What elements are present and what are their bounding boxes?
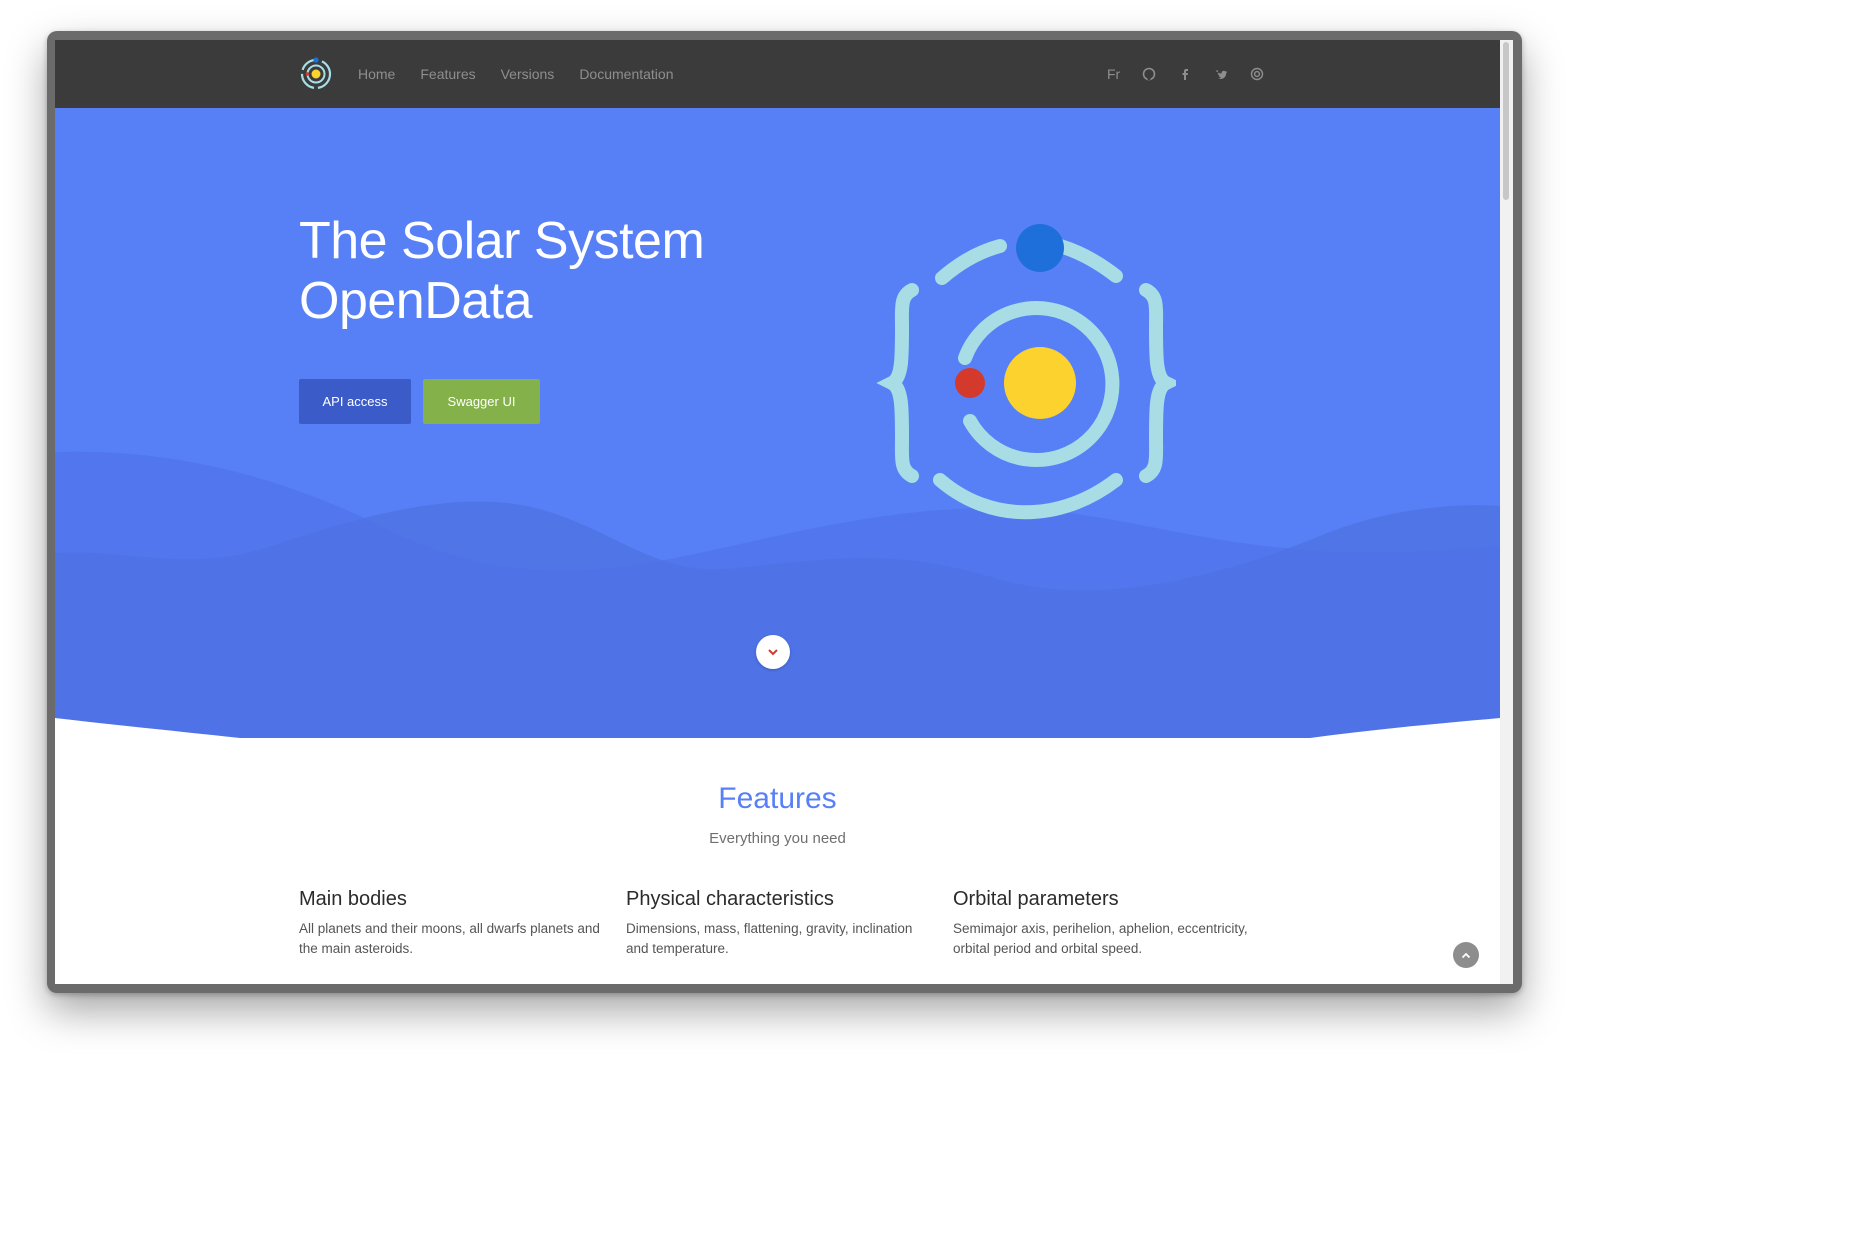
nav-link-home[interactable]: Home <box>358 66 395 82</box>
features-title: Features <box>718 782 837 815</box>
rss-icon[interactable] <box>1250 67 1264 81</box>
feature-main-bodies: Main bodies All planets and their moons,… <box>299 888 609 959</box>
nav-link-versions[interactable]: Versions <box>501 66 555 82</box>
chevron-up-icon <box>1461 952 1471 958</box>
feature-orbital-parameters: Orbital parameters Semimajor axis, perih… <box>953 888 1263 959</box>
feature-text: All planets and their moons, all dwarfs … <box>299 921 600 956</box>
features-section: Features Everything you need Main bodies… <box>55 738 1500 984</box>
back-to-top-button[interactable] <box>1453 942 1479 968</box>
hero-title-line2: OpenData <box>299 272 533 330</box>
nav-link-features[interactable]: Features <box>420 66 475 82</box>
solar-system-logo-icon <box>876 224 1176 520</box>
nav-links: Home Features Versions Documentation <box>358 40 673 108</box>
feature-text: Dimensions, mass, flattening, gravity, i… <box>626 921 913 956</box>
feature-physical-characteristics: Physical characteristics Dimensions, mas… <box>626 888 936 959</box>
twitter-icon[interactable] <box>1214 67 1228 81</box>
feature-title: Main bodies <box>299 888 407 910</box>
github-icon[interactable] <box>1142 67 1156 81</box>
feature-title: Physical characteristics <box>626 888 834 910</box>
navbar: Home Features Versions Documentation Fr <box>55 40 1500 108</box>
hero-title-line1: The Solar System <box>299 212 705 270</box>
scroll-down-button[interactable] <box>756 635 790 669</box>
nav-right: Fr <box>1107 40 1264 108</box>
api-access-button[interactable]: API access <box>299 379 411 424</box>
scrollbar-thumb[interactable] <box>1503 42 1509 200</box>
nav-link-documentation[interactable]: Documentation <box>579 66 673 82</box>
swagger-ui-button[interactable]: Swagger UI <box>423 379 540 424</box>
feature-text: Semimajor axis, perihelion, aphelion, ec… <box>953 921 1248 956</box>
site-logo-icon[interactable] <box>299 57 333 91</box>
language-switch[interactable]: Fr <box>1107 66 1120 82</box>
hero-title: The Solar System OpenData <box>299 211 819 331</box>
browser-window: Home Features Versions Documentation Fr <box>47 31 1522 993</box>
chevron-down-icon <box>768 649 778 656</box>
page-viewport: Home Features Versions Documentation Fr <box>55 40 1513 984</box>
feature-title: Orbital parameters <box>953 888 1119 910</box>
hero-section: The Solar System OpenData API access Swa… <box>55 108 1500 738</box>
features-subtitle: Everything you need <box>709 830 846 847</box>
facebook-icon[interactable] <box>1178 67 1192 81</box>
